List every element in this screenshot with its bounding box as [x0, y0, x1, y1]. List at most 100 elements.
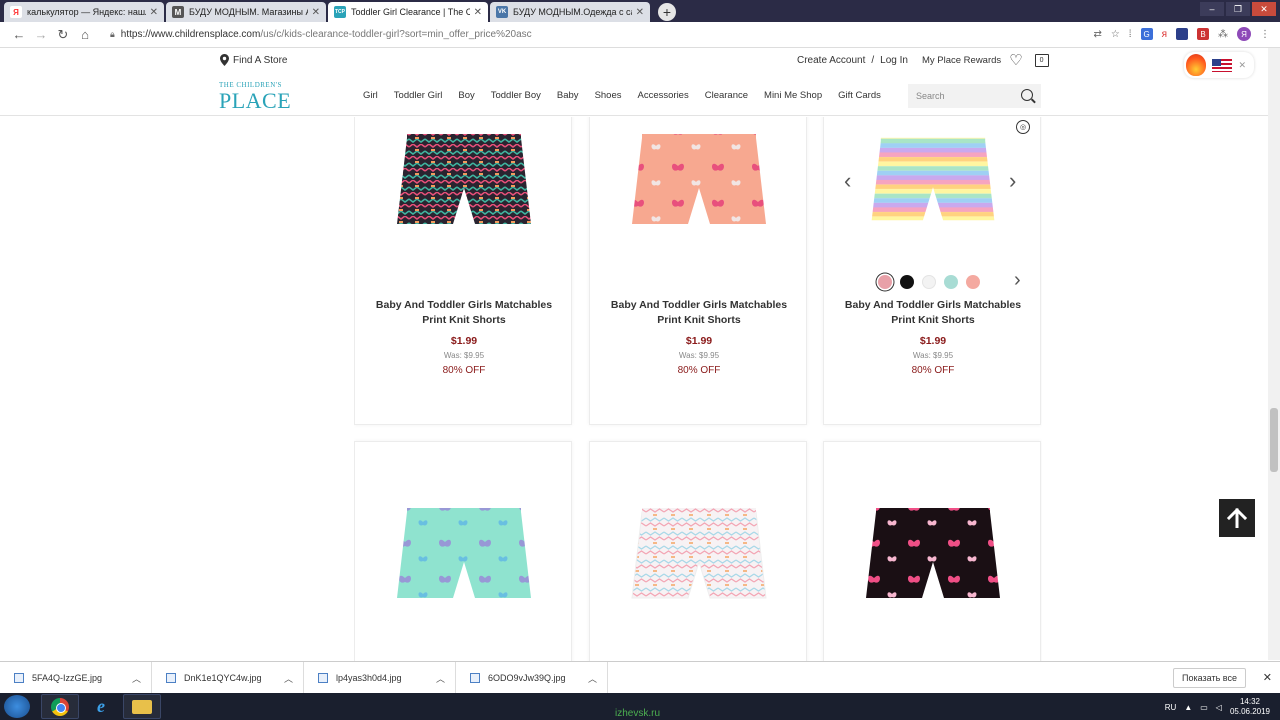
nav-toddler-girl[interactable]: Toddler Girl	[394, 90, 443, 101]
download-item[interactable]: 6ODO9vJw39Q.jpg ︿	[456, 661, 608, 694]
separator: /	[871, 55, 875, 66]
download-item[interactable]: DnK1e1QYC4w.jpg ︿	[152, 661, 304, 694]
product-image[interactable]	[590, 482, 808, 642]
extension-translate-icon[interactable]: G	[1140, 28, 1153, 40]
product-card[interactable]	[589, 441, 807, 661]
yandex-ext-icon[interactable]: я	[1162, 29, 1167, 40]
browser-tab-childrens-place[interactable]: TCP Toddler Girl Clearance | The Chil ✕	[328, 2, 488, 22]
close-icon[interactable]: ✕	[312, 7, 320, 18]
red-ext-icon[interactable]: B	[1197, 28, 1209, 40]
image-file-icon	[166, 672, 176, 683]
close-icon[interactable]: ✕	[150, 7, 158, 18]
browser-tab-budu-modnym-2[interactable]: VK БУДУ МОДНЫМ.Одежда с сайт ✕	[490, 2, 650, 22]
product-card[interactable]	[823, 441, 1041, 661]
back-arrow-icon[interactable]: ←	[8, 27, 30, 42]
reload-icon[interactable]: ↻	[52, 27, 74, 43]
close-icon[interactable]: ✕	[636, 7, 644, 18]
taskbar-explorer[interactable]	[123, 694, 161, 719]
product-title[interactable]: Baby And Toddler Girls Matchables Print …	[365, 298, 563, 328]
color-swatch[interactable]	[922, 275, 936, 289]
clock[interactable]: 14:32 05.06.2019	[1230, 697, 1270, 717]
product-image[interactable]	[824, 482, 1042, 642]
nav-girl[interactable]: Girl	[363, 90, 378, 101]
language-indicator[interactable]: RU	[1165, 703, 1177, 712]
product-image[interactable]	[355, 117, 573, 268]
product-image[interactable]	[590, 117, 808, 268]
product-card[interactable]: Baby And Toddler Girls Matchables Print …	[354, 117, 572, 425]
shopping-bag-icon[interactable]: 0	[1034, 54, 1049, 67]
back-to-top-button[interactable]	[1219, 499, 1255, 537]
flame-icon[interactable]	[1186, 54, 1207, 76]
profile-avatar[interactable]: Я	[1237, 27, 1251, 41]
search-input[interactable]	[916, 91, 1016, 101]
download-filename: 6ODO9vJw39Q.jpg	[488, 672, 566, 683]
chevron-up-icon[interactable]: ︿	[588, 672, 597, 685]
nav-accessories[interactable]: Accessories	[638, 90, 689, 101]
heart-icon[interactable]: ♡	[1009, 53, 1022, 68]
taskbar-ie[interactable]: e	[82, 694, 120, 719]
url-field[interactable]: 🔒︎ https://www.childrensplace.com/us/c/k…	[110, 29, 532, 40]
nav-clearance[interactable]: Clearance	[705, 90, 748, 101]
us-flag-ext-icon[interactable]	[1176, 28, 1188, 40]
color-swatch[interactable]	[900, 275, 914, 289]
download-item[interactable]: 5FA4Q-IzzGE.jpg ︿	[0, 661, 152, 694]
browser-tab-yandex[interactable]: Я калькулятор — Яндекс: нашлось ✕	[4, 2, 164, 22]
close-icon[interactable]: ✕	[1263, 671, 1272, 684]
browser-tab-budu-modnym-1[interactable]: М БУДУ МОДНЫМ. Магазины Аме ✕	[166, 2, 326, 22]
product-image[interactable]	[355, 482, 573, 642]
chevron-up-icon[interactable]: ︿	[436, 672, 445, 685]
us-flag-icon[interactable]	[1212, 58, 1233, 72]
home-icon[interactable]: ⌂	[74, 27, 96, 42]
nav-boy[interactable]: Boy	[458, 90, 474, 101]
close-icon[interactable]: ✕	[1238, 60, 1246, 71]
gear-icon[interactable]: ⁂	[1218, 29, 1228, 40]
menu-kebab-icon[interactable]: ⋮	[1260, 29, 1270, 40]
volume-icon[interactable]: ◁	[1216, 703, 1222, 712]
start-button[interactable]	[4, 695, 30, 718]
translate-icon[interactable]: ⇄	[1093, 29, 1101, 40]
login-link[interactable]: Log In	[880, 55, 908, 66]
nav-shoes[interactable]: Shoes	[595, 90, 622, 101]
product-card[interactable]: ◎ ◎ ‹ ›	[823, 117, 1041, 425]
product-title[interactable]: Baby And Toddler Girls Matchables Print …	[834, 298, 1032, 328]
find-store-link[interactable]: Find A Store	[220, 54, 287, 66]
color-swatch[interactable]	[944, 275, 958, 289]
color-swatch[interactable]	[878, 275, 892, 289]
new-tab-button[interactable]: +	[658, 3, 676, 21]
nav-mini-me-shop[interactable]: Mini Me Shop	[764, 90, 822, 101]
maximize-button[interactable]: ❐	[1226, 2, 1250, 16]
search-icon[interactable]	[1021, 89, 1033, 101]
close-window-button[interactable]: ✕	[1252, 2, 1276, 16]
forward-arrow-icon[interactable]: →	[30, 27, 52, 42]
vk-icon: VK	[496, 6, 508, 18]
url-path: /us/c/kids-clearance-toddler-girl?sort=m…	[260, 29, 532, 40]
chevron-up-icon[interactable]: ︿	[132, 672, 141, 685]
extension-icon[interactable]: ⁞	[1129, 29, 1132, 40]
nav-toddler-boy[interactable]: Toddler Boy	[491, 90, 541, 101]
swatch-next-icon[interactable]: ›	[1014, 270, 1021, 290]
product-card[interactable]: Baby And Toddler Girls Matchables Print …	[589, 117, 807, 425]
show-all-downloads-button[interactable]: Показать все	[1173, 668, 1246, 688]
page-scrollbar[interactable]	[1268, 48, 1280, 660]
chevron-up-icon[interactable]: ▲	[1184, 703, 1192, 712]
product-card[interactable]	[354, 441, 572, 661]
rewards-link[interactable]: My Place Rewards	[922, 55, 1001, 66]
scrollbar-thumb[interactable]	[1270, 408, 1278, 472]
bookmark-star-icon[interactable]: ☆	[1111, 29, 1120, 40]
site-logo[interactable]: THE CHILDREN'S PLACE	[219, 82, 291, 112]
product-title[interactable]: Baby And Toddler Girls Matchables Print …	[600, 298, 798, 328]
close-icon[interactable]: ✕	[474, 7, 482, 18]
minimize-button[interactable]: –	[1200, 2, 1224, 16]
create-account-link[interactable]: Create Account	[797, 55, 865, 66]
taskbar-chrome[interactable]	[41, 694, 79, 719]
product-image[interactable]	[824, 117, 1042, 268]
product-price: $1.99	[450, 335, 478, 347]
download-filename: lp4yas3h0d4.jpg	[336, 672, 402, 683]
network-icon[interactable]: ▭	[1200, 703, 1208, 712]
color-swatch[interactable]	[966, 275, 980, 289]
download-item[interactable]: lp4yas3h0d4.jpg ︿	[304, 661, 456, 694]
nav-gift-cards[interactable]: Gift Cards	[838, 90, 881, 101]
product-grid: Baby And Toddler Girls Matchables Print …	[354, 117, 1042, 661]
nav-baby[interactable]: Baby	[557, 90, 579, 101]
chevron-up-icon[interactable]: ︿	[284, 672, 293, 685]
